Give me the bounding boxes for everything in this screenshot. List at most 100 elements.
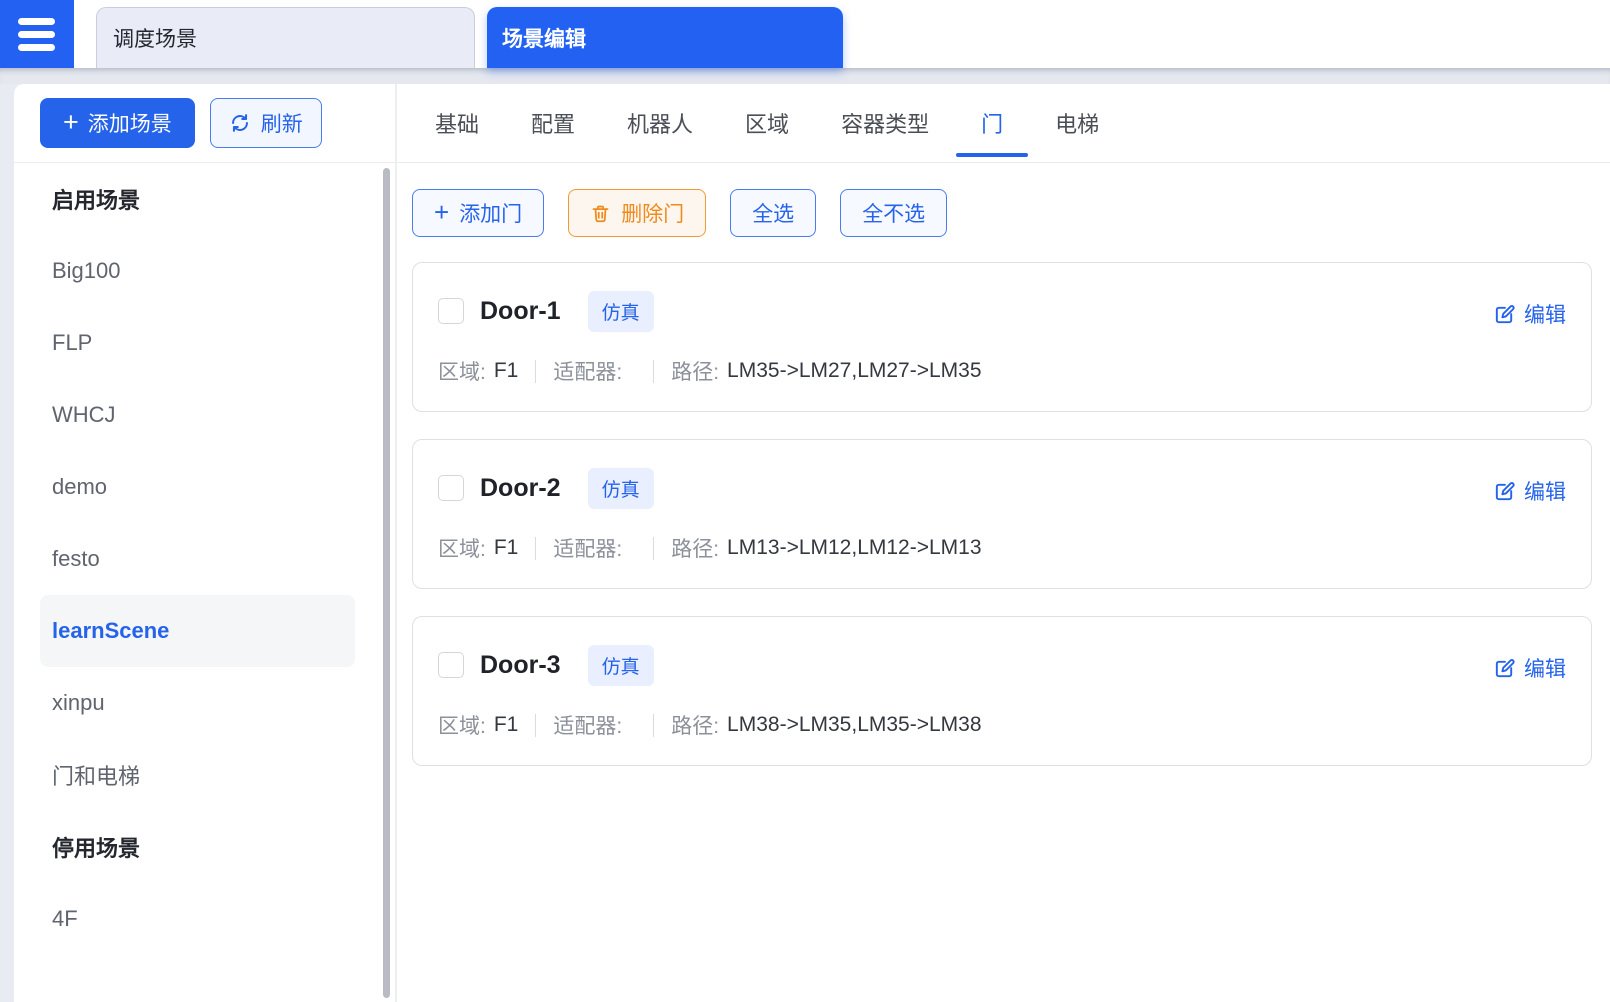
sidebar-item-FLP[interactable]: FLP [40, 307, 355, 379]
menu-button[interactable] [0, 0, 74, 68]
editor-tab-label: 区域 [745, 112, 790, 137]
scene-label: FLP [52, 330, 93, 355]
add-scene-button[interactable]: + 添加场景 [40, 98, 195, 148]
sidebar-item-learnScene[interactable]: learnScene [40, 595, 355, 667]
sidebar-item-4F[interactable]: 4F [40, 883, 355, 955]
tab-scene-edit[interactable]: 场景编辑 [487, 7, 843, 68]
topbar-divider-strip [0, 68, 1610, 84]
area-label: 区域: [438, 715, 486, 738]
door-actions: + 添加门 删除门 全选 全不选 [412, 189, 1610, 237]
sidebar-item-demo[interactable]: demo [40, 451, 355, 523]
sidebar-scrollbar-thumb[interactable] [383, 168, 390, 998]
plus-icon: + [434, 197, 450, 227]
scene-sidebar: + 添加场景 刷新 启用场景 Big100 FLP WHCJ demo fest… [14, 84, 397, 1002]
delete-door-button[interactable]: 删除门 [568, 189, 707, 237]
area-value: F1 [493, 536, 519, 559]
scene-label: 停用场景 [52, 836, 141, 861]
sidebar-item-WHCJ[interactable]: WHCJ [40, 379, 355, 451]
editor-tab-bar: 基础 配置 机器人 区域 容器类型 门 电梯 [397, 84, 1610, 163]
editor-tab-label: 容器类型 [841, 112, 930, 137]
sidebar-item-xinpu[interactable]: xinpu [40, 667, 355, 739]
divider [535, 713, 537, 737]
tab-label: 场景编辑 [502, 27, 586, 51]
hamburger-icon [18, 17, 55, 51]
sidebar-header: + 添加场景 刷新 [14, 84, 395, 163]
door-info-row: 区域: F1 适配器: 路径: LM13->LM12,LM12->LM13 [438, 533, 1566, 563]
path-value: LM35->LM27,LM27->LM35 [727, 359, 982, 382]
simulation-badge: 仿真 [587, 644, 654, 686]
scene-label: festo [52, 546, 100, 571]
sidebar-item-Big100[interactable]: Big100 [40, 235, 355, 307]
door-card-Door-1: Door-1 仿真 编辑 区域: F1 适配器: 路径: LM35->LM27,… [412, 262, 1592, 412]
edit-door-button[interactable]: 编辑 [1493, 476, 1566, 506]
adapter-label: 适配器: [553, 538, 623, 561]
divider [653, 536, 655, 560]
door-checkbox[interactable] [438, 652, 464, 678]
door-checkbox[interactable] [438, 475, 464, 501]
tab-容器类型[interactable]: 容器类型 [841, 84, 929, 162]
scene-label: 门和电梯 [52, 764, 141, 789]
door-card-Door-3: Door-3 仿真 编辑 区域: F1 适配器: 路径: LM38->LM35,… [412, 616, 1592, 766]
divider [653, 713, 655, 737]
tab-门[interactable]: 门 [981, 84, 1003, 162]
door-name: Door-1 [480, 296, 561, 325]
select-none-button[interactable]: 全不选 [840, 189, 948, 237]
door-name: Door-3 [480, 650, 561, 679]
refresh-icon [229, 112, 251, 134]
tab-dispatch-scene[interactable]: 调度场景 [96, 7, 475, 68]
scene-section-header: 停用场景 [40, 811, 355, 883]
divider [653, 359, 655, 383]
door-info-row: 区域: F1 适配器: 路径: LM38->LM35,LM35->LM38 [438, 710, 1566, 740]
edit-icon [1493, 657, 1516, 680]
edit-door-button[interactable]: 编辑 [1493, 653, 1566, 683]
refresh-button[interactable]: 刷新 [209, 98, 322, 148]
select-all-label: 全选 [752, 203, 795, 226]
trash-icon [590, 203, 611, 224]
tab-配置[interactable]: 配置 [531, 84, 575, 162]
door-card-header: Door-3 仿真 编辑 [438, 644, 1566, 686]
scene-label: demo [52, 474, 108, 499]
area-label: 区域: [438, 361, 486, 384]
select-none-label: 全不选 [862, 203, 926, 226]
editor-tab-label: 配置 [531, 112, 576, 137]
path-value: LM38->LM35,LM35->LM38 [727, 713, 982, 736]
edit-icon [1493, 480, 1516, 503]
door-name: Door-2 [480, 473, 561, 502]
content: + 添加场景 刷新 启用场景 Big100 FLP WHCJ demo fest… [0, 84, 1610, 1002]
scene-label: 4F [52, 906, 78, 931]
scene-label: 启用场景 [52, 188, 141, 213]
add-door-button[interactable]: + 添加门 [412, 189, 545, 237]
tab-电梯[interactable]: 电梯 [1055, 84, 1099, 162]
path-label: 路径: [671, 361, 720, 384]
edit-door-button[interactable]: 编辑 [1493, 299, 1566, 329]
tab-机器人[interactable]: 机器人 [627, 84, 693, 162]
door-card-header: Door-2 仿真 编辑 [438, 467, 1566, 509]
door-checkbox[interactable] [438, 298, 464, 324]
editor-tab-label: 机器人 [627, 112, 694, 137]
add-door-label: 添加门 [459, 203, 523, 226]
door-card-header: Door-1 仿真 编辑 [438, 290, 1566, 332]
door-card-Door-2: Door-2 仿真 编辑 区域: F1 适配器: 路径: LM13->LM12,… [412, 439, 1592, 589]
path-label: 路径: [671, 715, 720, 738]
editor-tab-label: 电梯 [1055, 112, 1100, 137]
tab-区域[interactable]: 区域 [745, 84, 789, 162]
area-value: F1 [493, 359, 519, 382]
sidebar-item-festo[interactable]: festo [40, 523, 355, 595]
door-list: Door-1 仿真 编辑 区域: F1 适配器: 路径: LM35->LM27,… [412, 262, 1592, 766]
adapter-label: 适配器: [553, 361, 623, 384]
scene-label: Big100 [52, 258, 121, 283]
edit-label: 编辑 [1524, 658, 1566, 681]
topbar: 调度场景 场景编辑 [0, 0, 1610, 68]
area-value: F1 [493, 713, 519, 736]
path-value: LM13->LM12,LM12->LM13 [727, 536, 982, 559]
tab-label: 调度场景 [113, 28, 197, 51]
scene-list: 启用场景 Big100 FLP WHCJ demo festo learnSce… [14, 163, 395, 955]
path-label: 路径: [671, 538, 720, 561]
sidebar-item-门和电梯[interactable]: 门和电梯 [40, 739, 355, 811]
tab-基础[interactable]: 基础 [435, 84, 479, 162]
plus-icon: + [63, 106, 79, 137]
adapter-label: 适配器: [553, 715, 623, 738]
select-all-button[interactable]: 全选 [730, 189, 817, 237]
editor-tab-label: 基础 [435, 112, 480, 137]
divider [535, 359, 537, 383]
